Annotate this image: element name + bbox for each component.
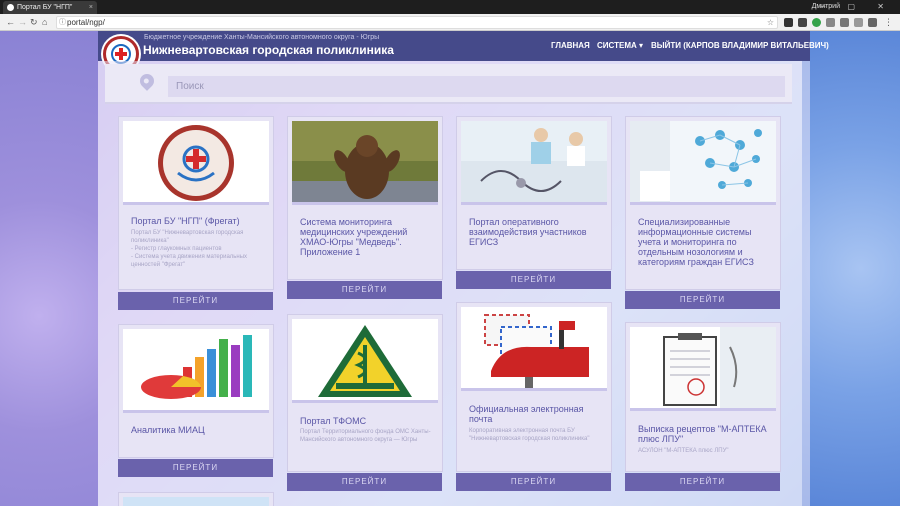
card-miac: Аналитика МИАЦ [118,324,274,458]
card-image [630,121,776,205]
card-partial [118,492,274,506]
prescription-image-icon [630,327,776,408]
background-left [0,31,98,506]
go-button[interactable]: ПЕРЕЙТИ [456,473,611,491]
card-specialized-systems: Специализированные информационные систем… [625,116,781,290]
tfoms-emblem-icon [292,319,438,400]
card-description: Портал БУ "Нижневартовская городская пол… [131,230,248,268]
menu-home[interactable]: ГЛАВНАЯ [551,41,590,50]
go-button[interactable]: ПЕРЕЙТИ [625,291,780,309]
card-image [292,121,438,205]
card-image [292,319,438,403]
menu-logout[interactable]: ВЫЙТИ (КАРПОВ ВЛАДИМИР ВИТАЛЬЕВИЧ) [651,41,829,50]
card-image [461,121,607,205]
extension-icon[interactable] [840,18,849,27]
card-title: Официальная электронная почта [469,404,584,424]
card-image [123,329,269,413]
info-icon[interactable]: ⓘ [59,17,66,28]
medical-staff-image-icon [461,121,607,202]
card-m-apteka: Выписка рецептов "М-АПТЕКА плюс ЛПУ" АСУ… [625,322,781,472]
card-portal-fregat: Портал БУ "НГП" (Фрегат) Портал БУ "Нижн… [118,116,274,290]
tab-close-icon[interactable]: × [89,1,93,14]
menu-system[interactable]: СИСТЕМА ▾ [597,41,643,50]
back-icon[interactable]: ← [6,16,15,29]
card-description: Корпоративная электронная почта БУ "Нижн… [469,428,590,442]
menu-icon[interactable]: ⋮ [884,18,893,27]
reload-icon[interactable]: ↻ [30,16,38,29]
background-right [802,31,900,506]
card-image [123,497,269,506]
favicon-icon [7,4,14,11]
card-image [461,307,607,391]
extension-icon[interactable] [826,18,835,27]
window-controls[interactable]: – ▢ ✕ [821,0,894,14]
go-button[interactable]: ПЕРЕЙТИ [625,473,780,491]
card-title: Портал ТФОМС [300,416,367,426]
card-medved: Система мониторинга медицинских учрежден… [287,116,443,280]
card-title: Система мониторинга медицинских учрежден… [300,217,408,257]
tab-title: Портал БУ "НГП" [17,4,73,11]
extension-icon[interactable] [868,18,877,27]
go-button[interactable]: ПЕРЕЙТИ [287,281,442,299]
card-tfoms: Портал ТФОМС Портал Территориального фон… [287,314,443,472]
card-image [630,327,776,411]
go-button[interactable]: ПЕРЕЙТИ [118,292,273,310]
url-input[interactable]: ⓘ portal/ngp/ ☆ [56,16,778,29]
bar-chart-image-icon [123,329,269,410]
medical-network-image-icon [630,121,776,202]
card-title: Портал оперативного взаимодействия участ… [469,217,587,247]
go-button[interactable]: ПЕРЕЙТИ [118,459,273,477]
bear-image-icon [292,121,438,202]
browser-tabbar: Портал БУ "НГП" × Дмитрий – ▢ ✕ [0,0,900,14]
card-title: Специализированные информационные систем… [638,217,754,267]
extension-icon[interactable] [784,18,793,27]
extension-icon[interactable] [798,18,807,27]
logo-emblem-icon [158,125,234,201]
forward-icon[interactable]: → [18,16,27,29]
go-button[interactable]: ПЕРЕЙТИ [287,473,442,491]
search-input[interactable] [168,76,785,97]
card-email: Официальная электронная почта Корпоратив… [456,302,612,472]
home-icon[interactable]: ⌂ [42,16,47,29]
card-title: Портал БУ "НГП" (Фрегат) [131,216,240,226]
mailbox-image-icon [461,307,607,388]
card-description: Портал Территориального фонда ОМС Ханты-… [300,429,431,443]
address-bar: ← → ↻ ⌂ ⓘ portal/ngp/ ☆ ⋮ [0,14,900,31]
card-title: Аналитика МИАЦ [131,425,205,435]
url-text: portal/ngp/ [67,18,105,27]
go-button[interactable]: ПЕРЕЙТИ [456,271,611,289]
card-title: Выписка рецептов "М-АПТЕКА плюс ЛПУ" [638,424,767,444]
page-title: Нижневартовская городская поликлиника [143,43,394,57]
card-image [123,121,269,205]
browser-tab[interactable]: Портал БУ "НГП" × [3,1,97,14]
extension-icon[interactable] [812,18,821,27]
extension-icon[interactable] [854,18,863,27]
header-subtitle: Бюджетное учреждение Ханты-Мансийского а… [144,34,380,41]
star-icon[interactable]: ☆ [767,17,774,28]
card-description: АСУЛОН "М-АПТЕКА плюс ЛПУ" [638,448,729,454]
card-egisz: Портал оперативного взаимодействия участ… [456,116,612,270]
logo-cross [115,52,127,56]
